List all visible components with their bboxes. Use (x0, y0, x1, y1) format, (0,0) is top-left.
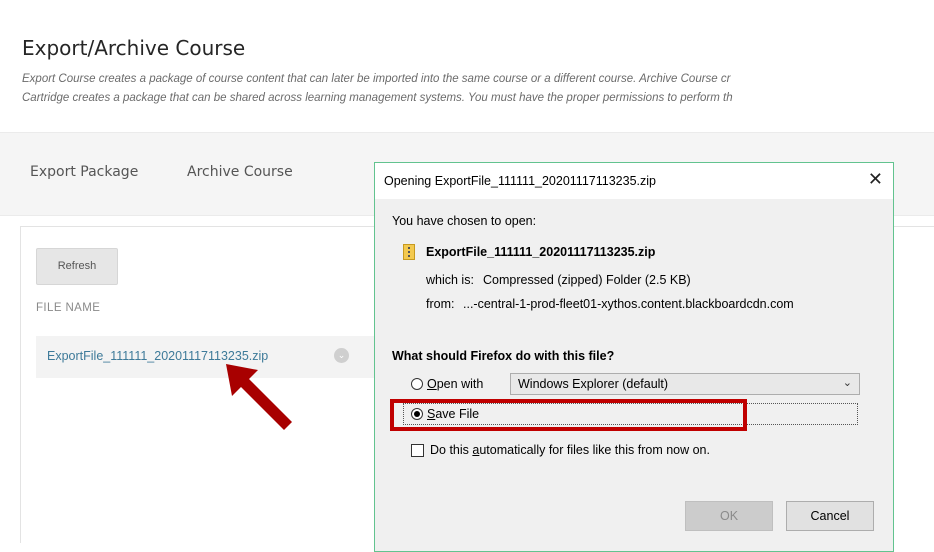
dialog-titlebar: Opening ExportFile_111111_20201117113235… (375, 163, 893, 199)
zip-file-icon (403, 244, 415, 260)
dialog-question: What should Firefox do with this file? (392, 349, 615, 363)
open-with-radio[interactable] (411, 378, 423, 390)
save-file-highlight (390, 399, 747, 431)
chevron-down-icon[interactable]: ⌄ (334, 348, 349, 363)
pointer-arrow-icon (226, 364, 292, 430)
which-is-label: which is: (426, 273, 474, 287)
refresh-button[interactable]: Refresh (36, 248, 118, 285)
ok-button[interactable]: OK (685, 501, 773, 531)
auto-action-checkbox[interactable] (411, 444, 424, 457)
page-description: Export Course creates a package of cours… (22, 70, 934, 108)
chosen-to-open-text: You have chosen to open: (392, 214, 537, 228)
dialog-filename: ExportFile_111111_20201117113235.zip (426, 245, 656, 259)
which-is-value: Compressed (zipped) Folder (2.5 KB) (483, 273, 691, 287)
close-icon[interactable]: ✕ (868, 169, 883, 190)
open-with-label-rest: pen with (436, 377, 484, 391)
description-line-1: Export Course creates a package of cours… (22, 73, 731, 85)
auto-action-label[interactable]: Do this automatically for files like thi… (430, 443, 710, 457)
download-dialog: Opening ExportFile_111111_20201117113235… (374, 162, 894, 552)
open-with-accel: O (427, 377, 437, 391)
from-value: ...-central-1-prod-fleet01-xythos.conten… (463, 297, 794, 311)
page-title: Export/Archive Course (22, 36, 246, 60)
cancel-button[interactable]: Cancel (786, 501, 874, 531)
auto-action-prefix: Do this (430, 443, 473, 457)
open-with-label[interactable]: Open with (427, 377, 483, 391)
open-with-select[interactable]: Windows Explorer (default) ⌄ (510, 373, 860, 395)
description-line-2: Cartridge creates a package that can be … (22, 92, 733, 104)
table-row: ExportFile_111111_20201117113235.zip ⌄ (36, 336, 376, 378)
auto-action-rest: utomatically for files like this from no… (479, 443, 710, 457)
dialog-title: Opening ExportFile_111111_20201117113235… (384, 174, 656, 188)
chevron-down-icon: ⌄ (842, 377, 852, 389)
from-label: from: (426, 297, 455, 311)
open-with-select-value: Windows Explorer (default) (518, 377, 669, 391)
tab-export-package[interactable]: Export Package (30, 164, 138, 180)
tab-archive-course[interactable]: Archive Course (187, 164, 293, 180)
file-name-column-header: FILE NAME (36, 302, 101, 314)
